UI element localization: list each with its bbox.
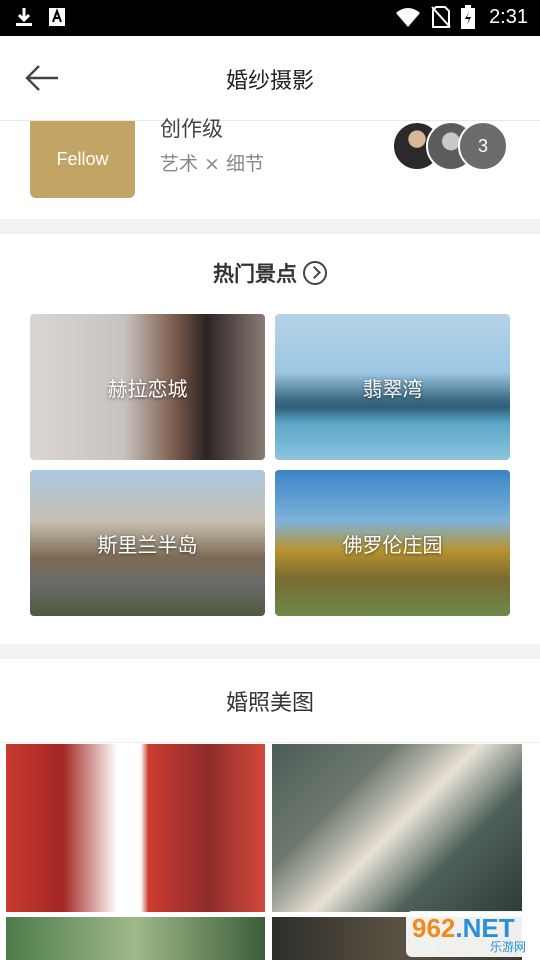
gallery-section: 婚照美图 962.NET 乐游网 bbox=[0, 659, 540, 960]
gallery-photo[interactable] bbox=[272, 744, 522, 912]
gallery-photo[interactable] bbox=[6, 917, 265, 960]
battery-icon bbox=[461, 5, 476, 29]
top-app-bar: 婚纱摄影 bbox=[0, 36, 540, 121]
spot-label: 斯里兰半岛 bbox=[97, 532, 198, 557]
spot-label: 佛罗伦庄园 bbox=[342, 532, 443, 557]
watermark-number: 962 bbox=[412, 913, 456, 943]
site-watermark: 962.NET 乐游网 bbox=[406, 911, 534, 957]
spot-card[interactable]: 斯里兰半岛 bbox=[30, 470, 265, 616]
spot-label: 赫拉恋城 bbox=[107, 376, 188, 401]
gallery-photo[interactable] bbox=[6, 744, 265, 912]
watermark-subtitle: 乐游网 bbox=[489, 940, 526, 954]
hot-spots-title: 热门景点 bbox=[213, 262, 297, 286]
hot-spots-header[interactable]: 热门景点 bbox=[0, 258, 540, 288]
status-bar: 2:31 bbox=[0, 0, 540, 36]
gallery-title: 婚照美图 bbox=[225, 691, 314, 716]
photographer-tier-card[interactable]: Fellow 创作级 艺术 × 细节 3 bbox=[0, 117, 540, 219]
tier-name: 创作级 bbox=[160, 117, 223, 141]
spot-card[interactable]: 佛罗伦庄园 bbox=[275, 470, 510, 616]
spot-label: 翡翠湾 bbox=[362, 376, 423, 401]
wifi-icon bbox=[396, 8, 421, 27]
spot-card[interactable]: 翡翠湾 bbox=[275, 314, 510, 460]
tier-subtitle: 艺术 × 细节 bbox=[160, 153, 264, 175]
photographer-avatars[interactable]: 3 bbox=[392, 121, 510, 171]
chevron-right-circle-icon bbox=[303, 261, 327, 285]
page-title: 婚纱摄影 bbox=[225, 69, 314, 94]
fellow-badge: Fellow bbox=[30, 121, 135, 198]
hot-spots-section: 热门景点 赫拉恋城 翡翠湾 斯里兰半岛 佛罗伦庄园 bbox=[0, 234, 540, 644]
clock-time: 2:31 bbox=[489, 5, 528, 28]
no-sim-icon bbox=[431, 6, 451, 28]
download-icon bbox=[16, 8, 32, 26]
more-count-avatar: 3 bbox=[458, 121, 508, 171]
divider bbox=[0, 742, 540, 743]
a-icon bbox=[49, 8, 65, 26]
spot-card[interactable]: 赫拉恋城 bbox=[30, 314, 265, 460]
